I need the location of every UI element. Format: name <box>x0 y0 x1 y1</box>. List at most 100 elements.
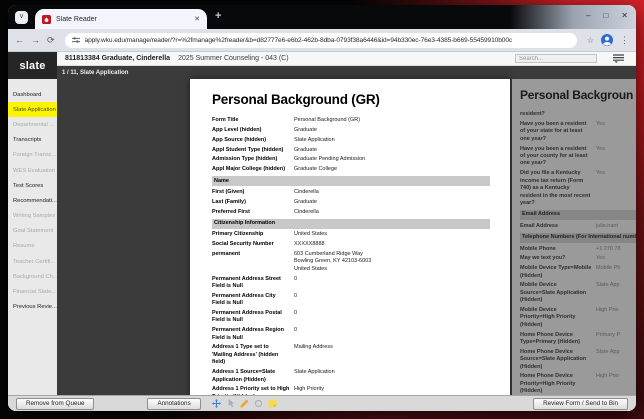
new-tab-button[interactable]: + <box>215 10 221 22</box>
sidebar-item-label: Resume <box>13 243 35 250</box>
field-value: Yes <box>596 255 605 262</box>
field-value: Yes <box>596 170 605 177</box>
field-label: Have you been a resident of your county … <box>520 145 588 167</box>
form-page-1: Personal Background (GR) Form Title Pers… <box>190 79 510 395</box>
field-label: Last (Family) <box>212 198 246 205</box>
url-bar[interactable]: apply.wku.edu/manage/reader/?r=%2fmanage… <box>64 32 577 48</box>
browser-tab[interactable]: Slate Reader ✕ <box>35 9 207 29</box>
field-value: Personal Background (GR) <box>294 117 361 124</box>
sidebar-item-label: Recommendati... <box>13 197 57 204</box>
close-button[interactable]: ✕ <box>621 9 628 23</box>
sticky-note-tool-icon[interactable] <box>268 399 277 408</box>
sidebar-item[interactable]: Foreign Transc... <box>8 148 57 163</box>
pan-tool-icon[interactable] <box>211 399 221 408</box>
sidebar-item[interactable]: Transcripts <box>8 133 57 148</box>
sidebar-item-label: Background Ch... <box>13 273 57 280</box>
field-label: Form Title <box>212 117 239 124</box>
form-row: Email Address julie.harri <box>520 222 636 232</box>
search-input[interactable] <box>515 54 597 63</box>
remove-from-queue-button[interactable]: Remove from Queue <box>16 397 95 410</box>
sidebar-item[interactable]: Slate Application <box>8 102 57 118</box>
tab-search-icon[interactable]: v <box>15 11 28 24</box>
bookmark-star-icon[interactable]: ☆ <box>587 36 594 45</box>
field-value: Graduate <box>294 146 317 153</box>
sidebar-item[interactable]: Dashboard <box>8 87 57 102</box>
field-label: Did you file a Kentucky income tax retur… <box>520 170 591 206</box>
page-indicator: 1 / 11, Slate Application <box>62 70 129 76</box>
profile-avatar[interactable] <box>601 34 613 46</box>
field-label: First (Given) <box>212 188 245 195</box>
minimize-button[interactable]: – <box>586 9 590 23</box>
select-tool-icon[interactable] <box>226 399 235 408</box>
field-label: Mobile Device Source=Slate Application (… <box>520 282 587 304</box>
back-icon[interactable]: ← <box>15 35 24 45</box>
sidebar-item[interactable]: Departmental ... <box>8 117 57 132</box>
sidebar-item[interactable]: Background Ch... <box>8 269 57 284</box>
record-context: 2025 Summer Counseling - 043 (C) <box>178 55 289 62</box>
form-row: resident? <box>520 110 636 120</box>
sidebar-item-label: Teacher Certifi... <box>13 258 56 265</box>
field-value: Graduate <box>294 198 317 205</box>
highlighter-tool-icon[interactable] <box>239 399 249 408</box>
field-label: Mobile Phone <box>520 245 556 252</box>
sidebar-item-label: Foreign Transc... <box>13 152 57 159</box>
form-row: Preferred First Cinderella <box>212 207 490 217</box>
browser-toolbar: ← → ⟳ apply.wku.edu/manage/reader/?r=%2f… <box>8 29 636 52</box>
field-value: Graduate College <box>294 166 338 173</box>
field-label: Social Security Number <box>212 241 274 248</box>
field-label: Address 1 Source=Slate Application (Hidd… <box>212 369 276 383</box>
browser-menu-icon[interactable]: ⋮ <box>620 35 629 46</box>
sidebar-item[interactable]: Goal Statement <box>8 224 57 239</box>
form-row: Permanent Address Postal Field is Null 0 <box>212 309 490 326</box>
form-row: Permanent Address City Field is Null 0 <box>212 292 490 309</box>
field-value: 0 <box>294 292 298 299</box>
field-label: Appl Major College (hidden) <box>212 166 286 173</box>
field-label: Home Phone Device Type=Primary (Hidden) <box>520 331 580 346</box>
field-value: julie.harri <box>596 222 619 229</box>
sidebar-item-label: Slate Application <box>13 106 56 113</box>
form-row: Permanent Address Street Field is Null 0 <box>212 274 490 291</box>
field-value: Slate App <box>596 282 620 289</box>
tab-close-icon[interactable]: ✕ <box>194 15 200 23</box>
sidebar-item[interactable]: Writing Samples <box>8 209 57 224</box>
form-row: May we text you? Yes <box>520 254 636 264</box>
sidebar-item-label: Goal Statement <box>13 228 54 235</box>
field-label: Address 1 Priority set to High Priority … <box>212 386 290 395</box>
sidebar-item[interactable]: Previous Revie... <box>8 300 57 315</box>
browser-window: v Slate Reader ✕ + – □ ✕ ← → ⟳ apply.wku… <box>8 5 636 411</box>
field-value: High Prio <box>596 373 619 380</box>
field-label: Home Phone Device Priority=High Priority… <box>520 373 576 395</box>
slate-logo: slate <box>8 52 57 79</box>
site-settings-icon[interactable] <box>71 36 80 44</box>
form-row: Home Phone Device Type=Primary (Hidden) … <box>520 330 636 347</box>
form-row: App Source (hidden) Slate Application <box>212 136 490 146</box>
display-options-icon[interactable] <box>613 54 624 63</box>
stamp-tool-icon[interactable] <box>254 399 263 408</box>
sidebar-item[interactable]: Teacher Certifi... <box>8 254 57 269</box>
form-title: Personal Background (GR) <box>212 92 380 107</box>
sidebar-item[interactable]: Test Scores <box>8 178 57 193</box>
sidebar-item[interactable]: Financial State... <box>8 284 57 299</box>
form-row: Home Phone Device Source=Slate Applicati… <box>520 348 636 373</box>
url-text: apply.wku.edu/manage/reader/?r=%2fmanage… <box>84 36 513 44</box>
forward-icon[interactable]: → <box>31 35 40 45</box>
reload-icon[interactable]: ⟳ <box>47 35 55 45</box>
annotations-button[interactable]: Annotations <box>147 397 201 410</box>
field-label: App Source (hidden) <box>212 136 267 143</box>
maximize-button[interactable]: □ <box>603 9 608 23</box>
field-label: Mobile Device Priority=High Priority (Hi… <box>520 306 576 328</box>
slate-favicon-icon <box>42 14 51 24</box>
form-row: Telephone Numbers (For International num… <box>520 232 636 243</box>
form-row: Appl Student Type (hidden) Graduate <box>212 145 490 155</box>
document-viewer[interactable]: 1 / 11, Slate Application Personal Backg… <box>57 66 636 395</box>
form-row: Last (Family) Graduate <box>212 198 490 208</box>
review-form-button[interactable]: Review Form / Send to Bin <box>533 397 628 410</box>
field-value: Cinderella <box>294 188 319 195</box>
sidebar-item[interactable]: Recommendati... <box>8 193 57 208</box>
sidebar-item[interactable]: WES Evaluation <box>8 163 57 178</box>
field-value: 0 <box>294 310 298 316</box>
field-value: Mailing Address <box>294 344 333 351</box>
form-row: First (Given) Cinderella <box>212 188 490 198</box>
sidebar-item[interactable]: Resume <box>8 239 57 254</box>
field-label: App Level (hidden) <box>212 126 262 133</box>
